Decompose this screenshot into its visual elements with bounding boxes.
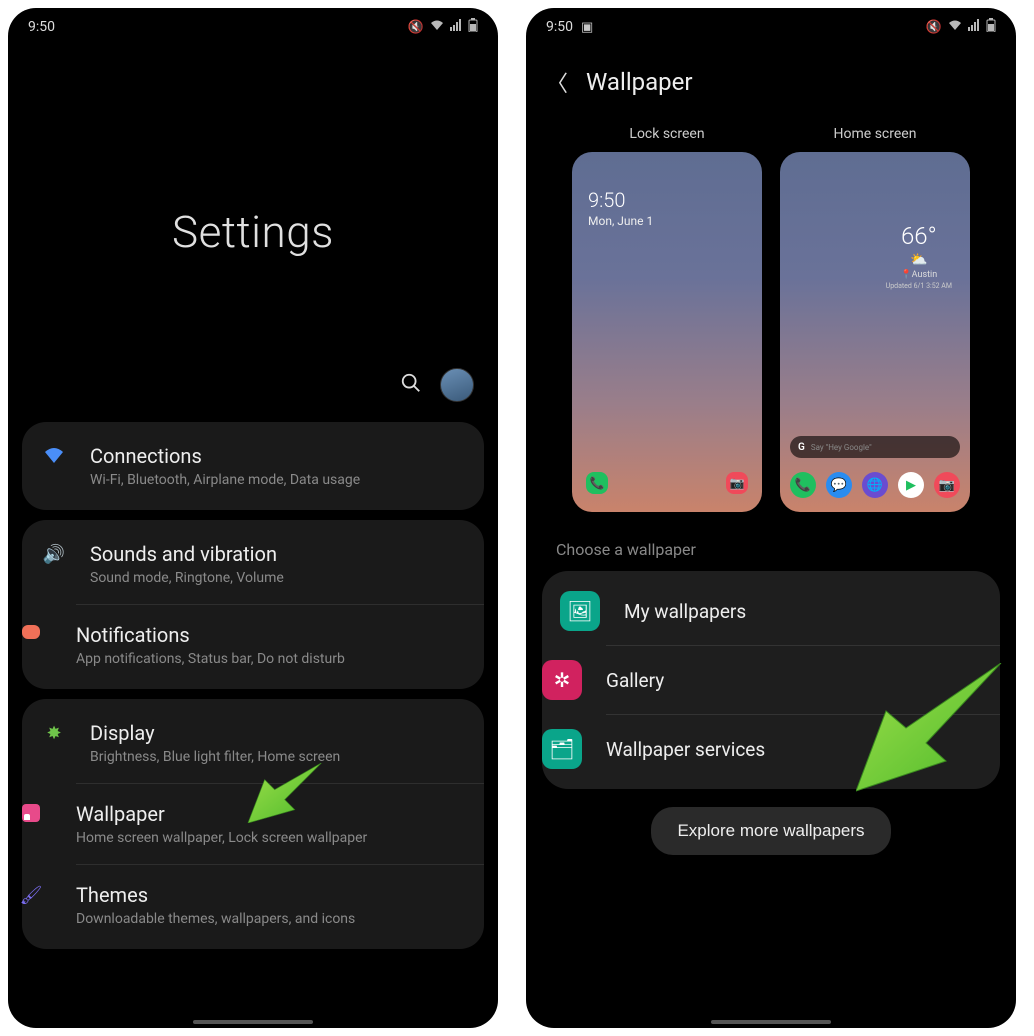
setting-subtitle: Brightness, Blue light filter, Home scre… <box>90 749 470 765</box>
camera-icon: 📷 <box>726 472 748 494</box>
wifi-icon <box>430 19 444 35</box>
status-icons: 🔇 <box>408 18 478 36</box>
settings-group-connections: Connections Wi-Fi, Bluetooth, Airplane m… <box>22 422 484 510</box>
settings-group-sound: 🔊 Sounds and vibration Sound mode, Ringt… <box>22 520 484 689</box>
status-time: 9:50 <box>546 19 573 35</box>
wallpaper-previews: Lock screen 9:50 Mon, June 1 📞 📷 Home sc… <box>526 126 1016 512</box>
battery-icon <box>986 18 996 36</box>
home-app-row: 📞 💬 🌐 ▶ 📷 <box>790 472 960 498</box>
settings-group-display: ✸ Display Brightness, Blue light filter,… <box>22 699 484 949</box>
status-time: 9:50 <box>28 19 55 35</box>
setting-title: Themes <box>76 883 470 907</box>
google-icon: G <box>798 442 805 453</box>
settings-list: Connections Wi-Fi, Bluetooth, Airplane m… <box>8 422 498 949</box>
status-bar: 9:50 ▣ 🔇 <box>526 8 1016 42</box>
wallpaper-icon <box>22 804 40 822</box>
choice-label: Wallpaper services <box>606 738 765 761</box>
brightness-icon: ✸ <box>46 723 61 744</box>
lock-time: 9:50 <box>588 188 746 212</box>
choice-label: Gallery <box>606 669 664 692</box>
camera-app-icon: 📷 <box>934 472 960 498</box>
weather-updated: Updated 6/1 3:52 AM <box>886 282 952 290</box>
setting-title: Connections <box>90 444 470 468</box>
setting-item-sounds[interactable]: 🔊 Sounds and vibration Sound mode, Ringt… <box>22 524 484 604</box>
wallpaper-choices: 🖼 My wallpapers ✲ Gallery 🗂 Wallpaper se… <box>542 571 1000 789</box>
phone-settings-screen: 9:50 🔇 Settings <box>8 8 498 1028</box>
weather-icon: ⛅ <box>886 252 952 268</box>
setting-subtitle: App notifications, Status bar, Do not di… <box>76 651 470 667</box>
status-bar: 9:50 🔇 <box>8 8 498 42</box>
playstore-app-icon: ▶ <box>898 472 924 498</box>
setting-title: Notifications <box>76 623 470 647</box>
choice-label: My wallpapers <box>624 600 746 623</box>
google-search-bar: G Say "Hey Google" <box>790 436 960 458</box>
choice-my-wallpapers[interactable]: 🖼 My wallpapers <box>542 577 1000 645</box>
phone-app-icon: 📞 <box>790 472 816 498</box>
messages-app-icon: 💬 <box>826 472 852 498</box>
setting-item-notifications[interactable]: Notifications App notifications, Status … <box>76 604 484 685</box>
lock-date: Mon, June 1 <box>588 214 746 228</box>
page-title: Settings <box>172 206 334 258</box>
signal-icon <box>450 19 462 35</box>
flower-icon: ✲ <box>542 660 582 700</box>
setting-subtitle: Downloadable themes, wallpapers, and ico… <box>76 911 470 927</box>
setting-item-connections[interactable]: Connections Wi-Fi, Bluetooth, Airplane m… <box>22 426 484 506</box>
wifi-icon <box>948 19 962 35</box>
back-button[interactable]: 〈 <box>546 66 568 98</box>
setting-subtitle: Wi-Fi, Bluetooth, Airplane mode, Data us… <box>90 472 470 488</box>
speaker-icon: 🔊 <box>43 544 65 565</box>
setting-title: Wallpaper <box>76 802 470 826</box>
home-screen-preview[interactable]: 66° ⛅ 📍Austin Updated 6/1 3:52 AM G Say … <box>780 152 970 512</box>
services-icon: 🗂 <box>542 729 582 769</box>
screenshot-icon: ▣ <box>581 20 593 35</box>
search-hint: Say "Hey Google" <box>811 443 872 452</box>
weather-widget: 66° ⛅ 📍Austin Updated 6/1 3:52 AM <box>886 222 952 290</box>
weather-city: 📍Austin <box>886 270 952 280</box>
choose-wallpaper-label: Choose a wallpaper <box>526 512 1016 571</box>
page-title: Wallpaper <box>586 68 693 96</box>
phone-wallpaper-screen: 9:50 ▣ 🔇 〈 Wallpaper Lock screen 9:50 Mo… <box>526 8 1016 1028</box>
mute-icon: 🔇 <box>408 20 424 35</box>
picture-icon: 🖼 <box>560 591 600 631</box>
setting-subtitle: Home screen wallpaper, Lock screen wallp… <box>76 830 470 846</box>
profile-avatar[interactable] <box>440 368 474 402</box>
setting-item-display[interactable]: ✸ Display Brightness, Blue light filter,… <box>22 703 484 783</box>
browser-app-icon: 🌐 <box>862 472 888 498</box>
signal-icon <box>968 19 980 35</box>
wifi-icon <box>43 446 65 468</box>
mute-icon: 🔇 <box>926 20 942 35</box>
themes-icon: 🖌 <box>20 885 43 906</box>
explore-more-button[interactable]: Explore more wallpapers <box>651 807 890 855</box>
setting-item-wallpaper[interactable]: Wallpaper Home screen wallpaper, Lock sc… <box>76 783 484 864</box>
choice-gallery[interactable]: ✲ Gallery <box>606 645 1000 714</box>
choice-wallpaper-services[interactable]: 🗂 Wallpaper services <box>606 714 1000 783</box>
setting-title: Display <box>90 721 470 745</box>
status-icons: 🔇 <box>926 18 996 36</box>
search-icon[interactable] <box>400 372 422 399</box>
battery-icon <box>468 18 478 36</box>
setting-title: Sounds and vibration <box>90 542 470 566</box>
settings-header: Settings <box>8 42 498 422</box>
nav-bar <box>193 1020 313 1024</box>
lock-screen-label: Lock screen <box>629 126 704 142</box>
wallpaper-header: 〈 Wallpaper <box>526 42 1016 126</box>
nav-bar <box>711 1020 831 1024</box>
home-screen-label: Home screen <box>834 126 917 142</box>
setting-subtitle: Sound mode, Ringtone, Volume <box>90 570 470 586</box>
setting-item-themes[interactable]: 🖌 Themes Downloadable themes, wallpapers… <box>76 864 484 945</box>
lock-screen-preview[interactable]: 9:50 Mon, June 1 📞 📷 <box>572 152 762 512</box>
notification-icon <box>22 625 40 639</box>
phone-icon: 📞 <box>586 472 608 494</box>
weather-temp: 66° <box>886 222 952 250</box>
